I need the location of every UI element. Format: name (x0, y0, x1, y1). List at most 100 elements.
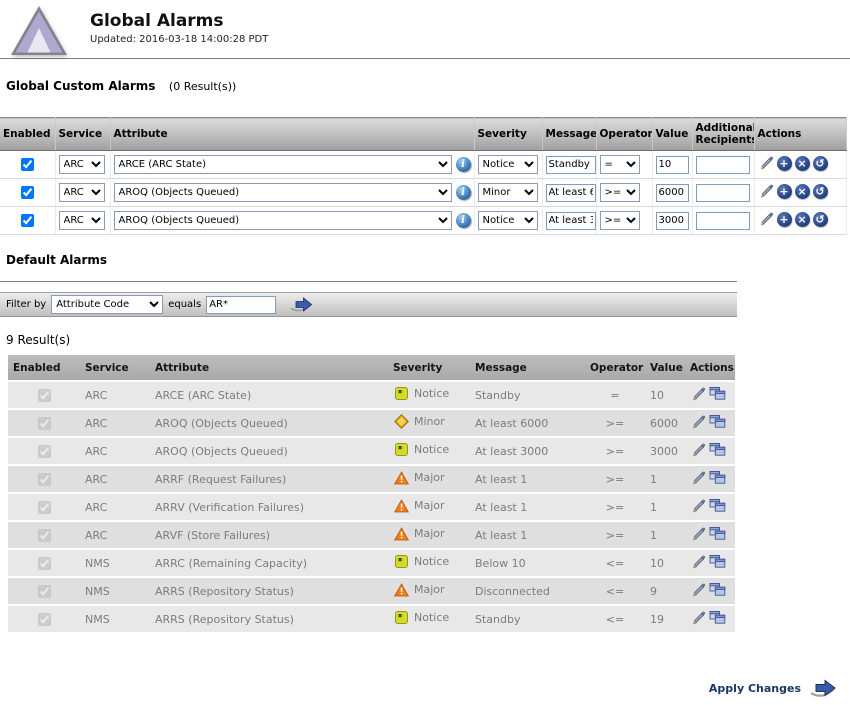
edit-icon[interactable] (690, 498, 706, 514)
edit-icon[interactable] (758, 183, 774, 199)
attribute-select[interactable]: AROQ (Objects Queued) (114, 211, 452, 230)
edit-icon[interactable] (690, 526, 706, 542)
copy-icon[interactable] (709, 470, 726, 485)
edit-icon[interactable] (690, 470, 706, 486)
revert-icon[interactable]: ↺ (813, 212, 828, 227)
service-select[interactable]: ARC (59, 183, 105, 202)
value-input[interactable] (656, 156, 689, 174)
value-input[interactable] (656, 212, 689, 230)
delete-icon[interactable]: × (795, 184, 810, 199)
actions-cell (685, 465, 735, 493)
equals-label: equals (168, 299, 201, 310)
edit-icon[interactable] (690, 442, 706, 458)
copy-icon[interactable] (709, 498, 726, 513)
add-icon[interactable]: + (777, 184, 792, 199)
updated-timestamp: Updated: 2016-03-18 14:00:28 PDT (90, 34, 268, 45)
severity-cell: Notice (474, 207, 542, 235)
severity-major-icon (393, 527, 409, 541)
page-header: Global Alarms Updated: 2016-03-18 14:00:… (0, 0, 850, 58)
edit-icon[interactable] (690, 414, 706, 430)
service-cell: ARC (80, 521, 150, 549)
severity-major-icon (393, 471, 409, 485)
default-alarm-row: ARCAROQ (Objects Queued)MinorAt least 60… (8, 409, 735, 437)
service-cell: ARC (55, 179, 110, 207)
default-alarm-row: ARCARRV (Verification Failures)MajorAt l… (8, 493, 735, 521)
value-cell (652, 179, 692, 207)
custom-alarms-result-count: (0 Result(s)) (169, 80, 236, 93)
column-header-enabled: Enabled (8, 355, 80, 381)
delete-icon[interactable]: × (795, 212, 810, 227)
additional-recipients-input[interactable] (696, 212, 750, 230)
default-alarms-divider (0, 281, 737, 282)
service-select[interactable]: ARC (59, 155, 105, 174)
attribute-select[interactable]: ARCE (ARC State) (114, 155, 452, 174)
column-header-actions: Actions (754, 118, 846, 151)
severity-cell: Major (388, 493, 470, 521)
operator-select[interactable]: >= (600, 183, 640, 202)
filter-value-input[interactable] (206, 296, 276, 314)
edit-icon[interactable] (690, 386, 706, 402)
app-logo-icon (10, 5, 68, 57)
service-cell: ARC (80, 437, 150, 465)
message-input[interactable] (546, 212, 596, 230)
service-select[interactable]: ARC (59, 211, 105, 230)
attribute-select[interactable]: AROQ (Objects Queued) (114, 183, 452, 202)
operator-select[interactable]: = (600, 155, 640, 174)
operator-cell: = (585, 381, 645, 409)
delete-icon[interactable]: × (795, 156, 810, 171)
severity-cell: Notice (388, 381, 470, 409)
attribute-cell: AROQ (Objects Queued) (150, 409, 388, 437)
column-header-attribute: Attribute (110, 118, 474, 151)
additional-recipients-input[interactable] (696, 184, 750, 202)
copy-icon[interactable] (709, 610, 726, 625)
info-icon[interactable]: i (456, 157, 471, 172)
enabled-checkbox[interactable] (21, 214, 34, 227)
severity-notice-icon (393, 611, 409, 624)
value-input[interactable] (656, 184, 689, 202)
operator-select[interactable]: >= (600, 211, 640, 230)
attribute-cell: ARRS (Repository Status) (150, 577, 388, 605)
severity-select[interactable]: Notice (478, 155, 538, 174)
value-cell: 10 (645, 549, 685, 577)
filter-go-icon[interactable] (289, 296, 314, 313)
severity-cell: Major (388, 577, 470, 605)
enabled-checkbox-readonly (38, 389, 51, 402)
apply-changes-button[interactable] (808, 678, 838, 699)
severity-minor-icon (393, 414, 409, 429)
enabled-checkbox[interactable] (21, 186, 34, 199)
copy-icon[interactable] (709, 386, 726, 401)
additional-recipients-input[interactable] (696, 156, 750, 174)
edit-icon[interactable] (758, 155, 774, 171)
edit-icon[interactable] (690, 582, 706, 598)
message-input[interactable] (546, 184, 596, 202)
edit-icon[interactable] (758, 211, 774, 227)
edit-icon[interactable] (690, 554, 706, 570)
operator-cell: >= (596, 207, 652, 235)
add-icon[interactable]: + (777, 212, 792, 227)
severity-notice-icon (393, 555, 409, 568)
message-input[interactable] (546, 156, 596, 174)
enabled-checkbox[interactable] (21, 158, 34, 171)
recipients-cell (692, 151, 754, 179)
revert-icon[interactable]: ↺ (813, 184, 828, 199)
service-cell: ARC (80, 409, 150, 437)
copy-icon[interactable] (709, 554, 726, 569)
severity-select[interactable]: Notice (478, 211, 538, 230)
add-icon[interactable]: + (777, 156, 792, 171)
copy-icon[interactable] (709, 582, 726, 597)
revert-icon[interactable]: ↺ (813, 156, 828, 171)
severity-select[interactable]: Minor (478, 183, 538, 202)
copy-icon[interactable] (709, 442, 726, 457)
actions-cell (685, 381, 735, 409)
edit-icon[interactable] (690, 610, 706, 626)
message-cell: At least 6000 (470, 409, 585, 437)
copy-icon[interactable] (709, 414, 726, 429)
copy-icon[interactable] (709, 526, 726, 541)
operator-cell: >= (585, 437, 645, 465)
filter-field-select[interactable]: Attribute Code (51, 295, 163, 314)
enabled-cell (0, 207, 55, 235)
column-header-attribute: Attribute (150, 355, 388, 381)
info-icon[interactable]: i (456, 185, 471, 200)
severity-major-icon (393, 499, 409, 513)
info-icon[interactable]: i (456, 213, 471, 228)
